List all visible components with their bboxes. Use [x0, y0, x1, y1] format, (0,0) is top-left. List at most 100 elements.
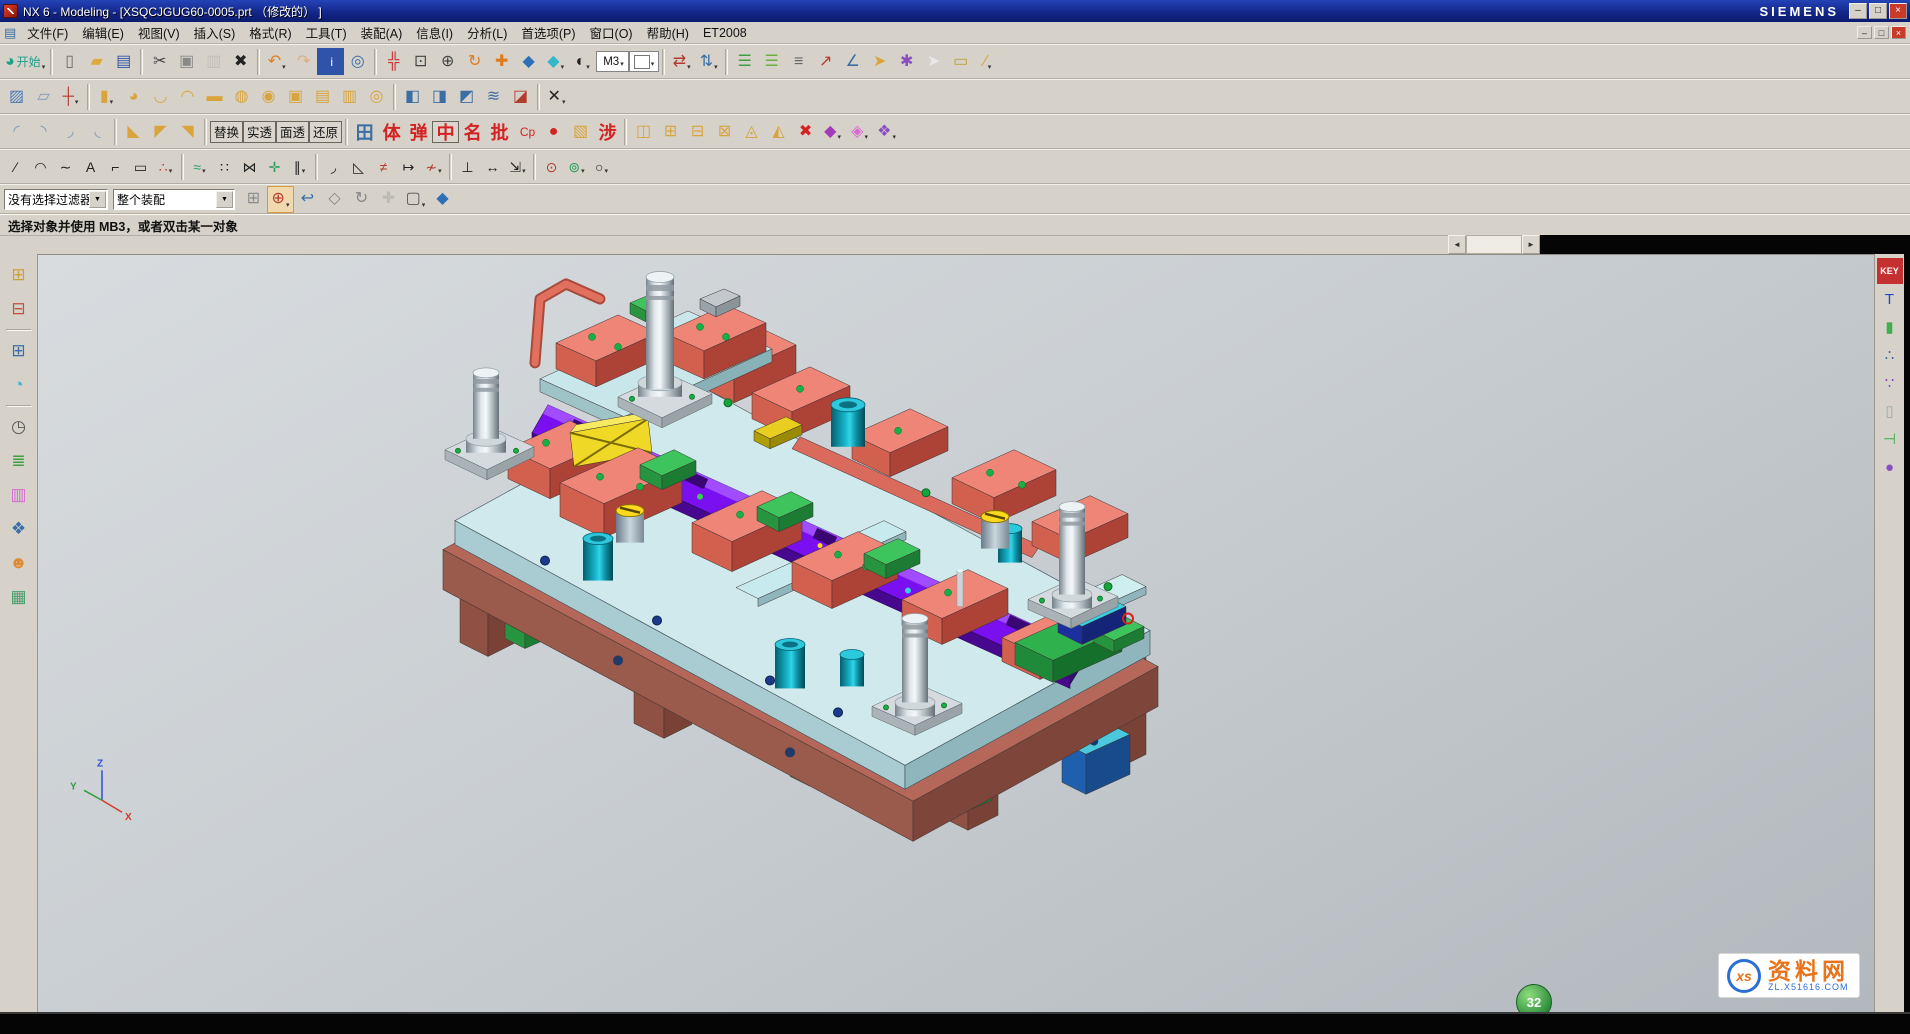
part-list-button[interactable]: ☰: [758, 48, 785, 75]
spheres-cluster-button[interactable]: ∴: [1877, 342, 1903, 368]
red-ball-button[interactable]: ●: [540, 118, 567, 145]
solid-translucent-macro-button[interactable]: 实透: [243, 121, 276, 143]
rotate-tool-button[interactable]: ↻: [348, 186, 375, 213]
cut-button[interactable]: ✂: [146, 48, 173, 75]
scroll-left-button[interactable]: ◄: [1448, 235, 1466, 254]
extend-curve-button[interactable]: ↦: [396, 154, 421, 179]
insert-menu[interactable]: 插入(S): [187, 21, 243, 44]
purple-tool-button[interactable]: ◆▾: [819, 118, 846, 145]
copy-macro-button[interactable]: Cp: [513, 118, 540, 145]
datum-csys-button[interactable]: ┼▾: [57, 83, 84, 110]
mold-insert-button[interactable]: ⊟: [684, 118, 711, 145]
ming-macro-button[interactable]: 名: [459, 118, 486, 145]
thread-button[interactable]: ≋: [480, 83, 507, 110]
face-translucent-macro-button[interactable]: 面透: [276, 121, 309, 143]
contour-flange-button[interactable]: ◥: [174, 118, 201, 145]
redo-button[interactable]: ↷: [290, 48, 317, 75]
groove-button[interactable]: ◎: [363, 83, 390, 110]
open-file-button[interactable]: ▰: [83, 48, 110, 75]
auto-dimension-button[interactable]: ⇲▾: [505, 154, 530, 179]
profile-button[interactable]: ⌐: [103, 154, 128, 179]
minimize-button[interactable]: –: [1849, 3, 1867, 19]
child-restore-button[interactable]: □: [1874, 26, 1889, 39]
snap-point-button[interactable]: ⊕▾: [267, 186, 294, 213]
text-style-button[interactable]: T: [1877, 286, 1903, 312]
spline-button[interactable]: ∼: [53, 154, 78, 179]
measure-vector-button[interactable]: ↗: [812, 48, 839, 75]
select-cursor-button[interactable]: ➤: [920, 48, 947, 75]
sweep-button[interactable]: ◡: [147, 83, 174, 110]
mold-core-button[interactable]: ⊞: [657, 118, 684, 145]
swept-surface-button[interactable]: ◞: [57, 118, 84, 145]
part-navigator-tab[interactable]: ⊞: [4, 336, 34, 366]
tian-macro-button[interactable]: 田: [351, 118, 378, 145]
key-badge-button[interactable]: KEY: [1877, 258, 1903, 284]
rectangle-select-dropdown[interactable]: ▢▾: [402, 186, 429, 213]
violet-tool-button[interactable]: ❖▾: [873, 118, 900, 145]
offset-curve-button[interactable]: ≈▾: [187, 154, 212, 179]
information-list-button[interactable]: ☰: [731, 48, 758, 75]
constraint-navigator-tab[interactable]: ⊟: [4, 294, 34, 324]
molecule-button[interactable]: ∵: [1877, 370, 1903, 396]
information-tab[interactable]: ≣: [4, 446, 34, 476]
file-menu[interactable]: 文件(F): [20, 21, 75, 44]
transform-button[interactable]: ⇅▾: [695, 48, 722, 75]
start-button[interactable]: ◕开始▾: [3, 48, 47, 75]
circle-red-button[interactable]: ⊙: [539, 154, 564, 179]
quick-trim-button[interactable]: ≁▾: [421, 154, 446, 179]
iso-cube-button[interactable]: ◇: [321, 186, 348, 213]
edit-menu[interactable]: 编辑(E): [75, 21, 131, 44]
replace-macro-button[interactable]: 替换: [210, 121, 243, 143]
key-tool-button[interactable]: ➤: [866, 48, 893, 75]
restore-macro-button[interactable]: 还原: [309, 121, 342, 143]
delete-button[interactable]: ✖: [227, 48, 254, 75]
fit-view-button[interactable]: ◆: [515, 48, 542, 75]
sketch-button[interactable]: ▨: [3, 83, 30, 110]
circle-green-button[interactable]: ⊚▾: [564, 154, 589, 179]
information-menu[interactable]: 信息(I): [409, 21, 460, 44]
mold-cavity-button[interactable]: ◫: [630, 118, 657, 145]
chamfer-button[interactable]: ◺: [346, 154, 371, 179]
intersection-point-button[interactable]: ✛: [262, 154, 287, 179]
beaker-button[interactable]: ▯: [1877, 398, 1903, 424]
bounding-body-button[interactable]: ▧: [567, 118, 594, 145]
point-button[interactable]: ∴▾: [153, 154, 178, 179]
maximize-button[interactable]: □: [1869, 3, 1887, 19]
mold-trim-button[interactable]: ⊠: [711, 118, 738, 145]
history-tab[interactable]: ◷: [4, 412, 34, 442]
pocket-button[interactable]: ▣: [282, 83, 309, 110]
circle-plain-button[interactable]: ○▾: [589, 154, 614, 179]
snap-sparkle-button[interactable]: ✱: [893, 48, 920, 75]
visualize-shape-tab[interactable]: ❖: [4, 514, 34, 544]
scroll-right-button[interactable]: ►: [1522, 235, 1540, 254]
render-style-button[interactable]: ◐▾: [569, 48, 596, 75]
view-preset-dropdown[interactable]: M3▾: [596, 51, 629, 72]
measure-angle-button[interactable]: ∠: [839, 48, 866, 75]
boss-button[interactable]: ◉: [255, 83, 282, 110]
layer-settings-button[interactable]: ≡: [785, 48, 812, 75]
rectangle-button[interactable]: ▭: [128, 154, 153, 179]
clamp-tool-button[interactable]: ⊣: [1877, 426, 1903, 452]
copy-button[interactable]: ▣: [173, 48, 200, 75]
measure-distance-button[interactable]: ∕▾: [974, 48, 1001, 75]
true-shading-tab[interactable]: ▦: [4, 582, 34, 612]
window-menu[interactable]: 窗口(O): [583, 21, 640, 44]
view-menu[interactable]: 视图(V): [131, 21, 187, 44]
dimension-button[interactable]: ↔: [480, 154, 505, 179]
reuse-library-tab[interactable]: ◔: [4, 370, 34, 400]
she-macro-button[interactable]: 涉: [594, 118, 621, 145]
pi-macro-button[interactable]: 批: [486, 118, 513, 145]
et2008-menu[interactable]: ET2008: [696, 21, 754, 44]
find-component-button[interactable]: ◎: [344, 48, 371, 75]
fillet-button[interactable]: ◞: [321, 154, 346, 179]
zoom-in-out-button[interactable]: ⊕: [434, 48, 461, 75]
ti-macro-button[interactable]: 体: [378, 118, 405, 145]
trim-body-button[interactable]: ◪: [507, 83, 534, 110]
shaded-cube-button[interactable]: ◆: [429, 186, 456, 213]
extrude-button[interactable]: ▮▾: [93, 83, 120, 110]
color-palette-tab[interactable]: ▥: [4, 480, 34, 510]
unite-button[interactable]: ◧: [399, 83, 426, 110]
snap-pair-button[interactable]: ⊞: [240, 186, 267, 213]
selection-scope-dropdown[interactable]: 整个装配 ▼: [113, 189, 235, 210]
pink-tool-button[interactable]: ◈▾: [846, 118, 873, 145]
